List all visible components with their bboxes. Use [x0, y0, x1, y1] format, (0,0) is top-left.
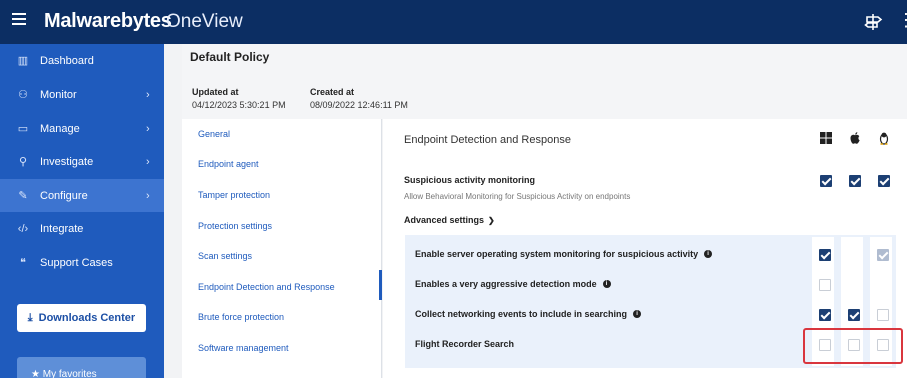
networking-windows-checkbox[interactable] — [819, 309, 831, 321]
sidebar-item-label: Dashboard — [40, 54, 94, 67]
highlight-box — [803, 328, 903, 364]
sidebar-item-investigate[interactable]: ⚲ Investigate › — [0, 145, 164, 178]
sidebar-item-label: Configure — [40, 189, 88, 202]
section-link-protection-settings[interactable]: Protection settings — [198, 221, 272, 231]
advanced-settings-label: Advanced settings — [404, 215, 485, 225]
linux-icon — [879, 132, 889, 145]
advanced-settings-toggle[interactable]: Advanced settings ❯ — [404, 215, 495, 225]
updated-at-value: 04/12/2023 5:30:21 PM — [192, 100, 286, 110]
sidebar: ▥ Dashboard ⚇ Monitor › ▭ Manage › ⚲ Inv… — [0, 44, 164, 378]
chat-icon: ❝ — [20, 257, 26, 269]
section-link-edr[interactable]: Endpoint Detection and Response — [198, 282, 335, 292]
networking-mac-checkbox[interactable] — [848, 309, 860, 321]
suspicious-linux-checkbox[interactable] — [878, 175, 890, 187]
download-icon: ⤓ — [27, 311, 33, 324]
chevron-down-icon: ❯ — [488, 216, 495, 225]
downloads-center-label: Downloads Center — [38, 312, 136, 324]
chevron-right-icon: › — [146, 189, 150, 202]
sidebar-item-support-cases[interactable]: ❝ Support Cases — [0, 246, 164, 279]
product-name: OneView — [166, 11, 243, 32]
setting-row-flight-recorder: Flight Recorder Search — [415, 339, 514, 349]
sidebar-item-label: Monitor — [40, 88, 77, 101]
favorites-panel[interactable]: ★ My favorites — [17, 357, 146, 378]
downloads-center-button[interactable]: ⤓ Downloads Center — [17, 304, 146, 332]
section-link-software-management[interactable]: Software management — [198, 343, 289, 353]
wrench-icon: ✎ — [18, 190, 28, 202]
networking-linux-checkbox[interactable] — [877, 309, 889, 321]
created-at-value: 08/09/2022 12:46:11 PM — [310, 100, 408, 110]
sidebar-item-label: Manage — [40, 122, 80, 135]
suspicious-mac-checkbox[interactable] — [849, 175, 861, 187]
sidebar-item-dashboard[interactable]: ▥ Dashboard — [0, 44, 164, 77]
sidebar-item-configure[interactable]: ✎ Configure › — [0, 179, 164, 212]
sidebar-item-monitor[interactable]: ⚇ Monitor › — [0, 78, 164, 111]
menu-icon[interactable] — [12, 13, 26, 27]
policy-header: Default Policy Updated at 04/12/2023 5:3… — [182, 44, 907, 119]
setting-label: Enable server operating system monitorin… — [415, 249, 699, 259]
section-title: Endpoint Detection and Response — [404, 134, 571, 146]
favorites-label: My favorites — [42, 369, 97, 378]
page-title: Default Policy — [190, 50, 270, 64]
section-link-tamper-protection[interactable]: Tamper protection — [198, 190, 270, 200]
top-bar: Malwarebytes OneView ⋮ — [0, 0, 907, 44]
more-icon[interactable]: ⋮ — [897, 10, 907, 31]
setting-label: Enables a very aggressive detection mode — [415, 279, 597, 289]
signpost-icon[interactable] — [863, 12, 883, 32]
sidebar-item-label: Support Cases — [40, 256, 113, 269]
setting-label: Collect networking events to include in … — [415, 309, 628, 319]
section-link-endpoint-agent[interactable]: Endpoint agent — [198, 159, 259, 169]
selected-indicator — [379, 270, 382, 300]
code-icon: ‹/› — [17, 222, 29, 235]
sidebar-item-label: Integrate — [40, 222, 84, 235]
star-icon: ★ — [31, 369, 40, 378]
section-link-general[interactable]: General — [198, 129, 230, 139]
windows-icon — [820, 132, 832, 144]
server-os-windows-checkbox[interactable] — [819, 249, 831, 261]
search-icon: ⚲ — [18, 156, 28, 168]
chart-icon: ▥ — [17, 55, 29, 67]
info-icon[interactable]: i — [602, 280, 611, 288]
created-at-label: Created at — [310, 87, 355, 97]
policy-section-nav: General Endpoint agent Tamper protection… — [182, 119, 382, 378]
section-link-scan-settings[interactable]: Scan settings — [198, 251, 252, 261]
sidebar-item-label: Investigate — [40, 155, 94, 168]
chevron-right-icon: › — [146, 155, 150, 168]
chevron-right-icon: › — [146, 88, 150, 101]
setting-row-server-os-monitoring: Enable server operating system monitorin… — [415, 249, 713, 259]
section-link-brute-force-protection[interactable]: Brute force protection — [198, 312, 284, 322]
suspicious-windows-checkbox[interactable] — [820, 175, 832, 187]
apple-icon — [850, 132, 860, 144]
info-icon[interactable]: i — [704, 250, 713, 258]
setting-label: Flight Recorder Search — [415, 339, 515, 349]
info-icon[interactable]: i — [633, 310, 642, 318]
brand-logo[interactable]: Malwarebytes — [44, 10, 172, 33]
setting-row-networking-events: Collect networking events to include in … — [415, 309, 642, 319]
binoculars-icon: ⚇ — [18, 89, 28, 101]
laptop-icon: ▭ — [17, 123, 29, 135]
server-os-linux-checkbox — [877, 249, 889, 261]
suspicious-activity-title: Suspicious activity monitoring — [404, 175, 536, 185]
sidebar-item-manage[interactable]: ▭ Manage › — [0, 112, 164, 145]
chevron-right-icon: › — [146, 122, 150, 135]
suspicious-activity-description: Allow Behavioral Monitoring for Suspicio… — [404, 192, 631, 201]
setting-row-aggressive-mode: Enables a very aggressive detection mode… — [415, 279, 611, 289]
sidebar-item-integrate[interactable]: ‹/› Integrate — [0, 212, 164, 245]
updated-at-label: Updated at — [192, 87, 239, 97]
aggressive-windows-checkbox[interactable] — [819, 279, 831, 291]
